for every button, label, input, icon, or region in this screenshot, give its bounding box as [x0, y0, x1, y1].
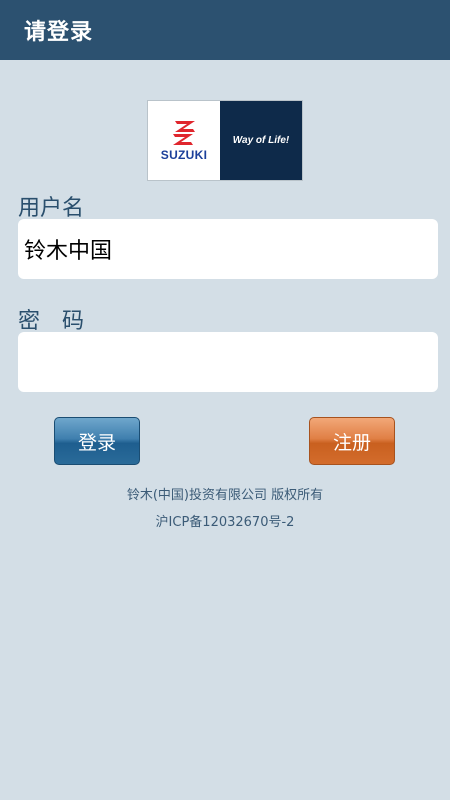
brand-logo: SUZUKI Way of Life! [148, 101, 302, 180]
icp-text: 沪ICP备12032670号-2 [155, 515, 295, 530]
logo-brand-text: SUZUKI [160, 147, 208, 162]
login-button[interactable]: 登录 [54, 417, 140, 465]
logo-tagline: Way of Life! [232, 135, 290, 146]
copyright-text: 铃木(中国)投资有限公司 版权所有 [126, 488, 324, 503]
username-label: 用户名 [18, 196, 85, 221]
suzuki-emblem-icon [173, 120, 195, 145]
password-input[interactable] [18, 332, 438, 392]
page-title: 请登录 [24, 20, 94, 45]
logo-tagline-panel: Way of Life! [220, 101, 302, 180]
title-bar: 请登录 [0, 0, 450, 60]
logo-emblem-panel: SUZUKI [148, 101, 220, 180]
password-label: 密 码 [18, 309, 85, 334]
register-button[interactable]: 注册 [309, 417, 395, 465]
username-input[interactable] [18, 219, 438, 279]
